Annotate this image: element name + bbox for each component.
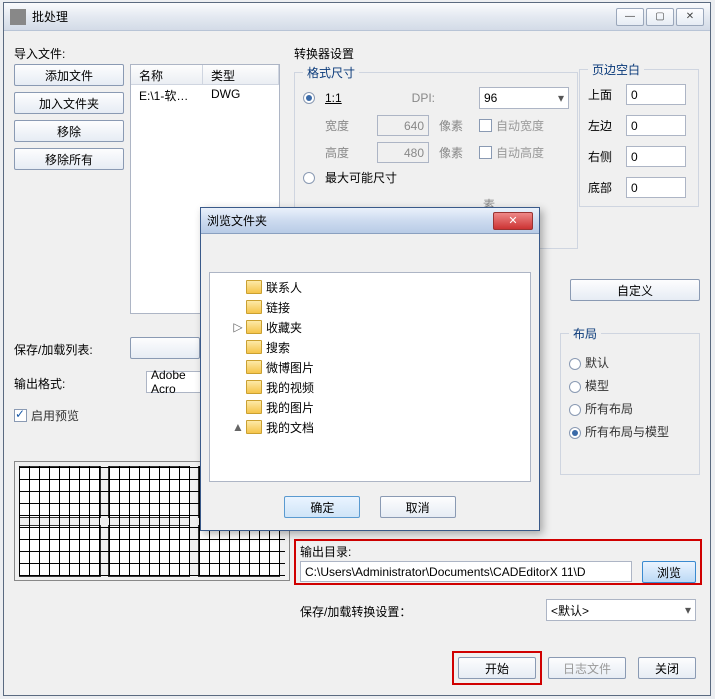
enable-preview-checkbox[interactable]: 启用预览 (14, 407, 79, 424)
col-name[interactable]: 名称 (131, 65, 203, 84)
margin-right-input[interactable]: 0 (626, 146, 686, 167)
output-dir-label: 输出目录: (300, 545, 351, 559)
saveload-label: 保存/加载列表: (14, 343, 93, 357)
ratio-11-radio[interactable] (303, 92, 315, 104)
window-title: 批处理 (32, 8, 616, 25)
dialog-titlebar: 浏览文件夹 ✕ (201, 208, 539, 234)
output-dir-input[interactable]: C:\Users\Administrator\Documents\CADEdit… (300, 561, 632, 582)
folder-icon (246, 320, 262, 334)
folder-icon (246, 420, 262, 434)
tree-item[interactable]: 微博图片 (212, 357, 528, 377)
close-main-button[interactable]: 关闭 (638, 657, 696, 679)
tree-item[interactable]: 链接 (212, 297, 528, 317)
auto-width-checkbox[interactable]: 自动宽度 (479, 117, 569, 134)
margin-group: 页边空白 上面0 左边0 右侧0 底部0 (579, 61, 699, 207)
layout-all-radio[interactable]: 所有布局 (569, 400, 691, 417)
folder-icon (246, 300, 262, 314)
layout-default-radio[interactable]: 默认 (569, 354, 691, 371)
save-conv-dropdown[interactable]: <默认> (546, 599, 696, 621)
start-button[interactable]: 开始 (458, 657, 536, 679)
margin-bottom-input[interactable]: 0 (626, 177, 686, 198)
close-button[interactable]: ✕ (676, 8, 704, 26)
log-button[interactable]: 日志文件 (548, 657, 626, 679)
checkbox-icon (14, 409, 27, 422)
saveload-button[interactable] (130, 337, 200, 359)
maximize-button[interactable]: ▢ (646, 8, 674, 26)
add-file-button[interactable]: 添加文件 (14, 64, 124, 86)
tree-item[interactable]: ▷收藏夹 (212, 317, 528, 337)
folder-icon (246, 380, 262, 394)
minimize-button[interactable]: — (616, 8, 644, 26)
titlebar: 批处理 — ▢ ✕ (4, 3, 710, 31)
col-type[interactable]: 类型 (203, 65, 279, 84)
folder-icon (246, 340, 262, 354)
tree-item[interactable]: 我的视频 (212, 377, 528, 397)
dialog-title: 浏览文件夹 (207, 212, 493, 229)
table-row[interactable]: E:\1-软文... DWG (131, 85, 279, 105)
remove-all-button[interactable]: 移除所有 (14, 148, 124, 170)
max-size-radio[interactable] (303, 172, 315, 184)
height-input[interactable]: 480 (377, 142, 429, 163)
dpi-dropdown[interactable]: 96 (479, 87, 569, 109)
folder-icon (246, 400, 262, 414)
dialog-cancel-button[interactable]: 取消 (380, 496, 456, 518)
import-label: 导入文件: (14, 45, 280, 62)
folder-icon (246, 360, 262, 374)
layout-group: 布局 默认 模型 所有布局 所有布局与模型 (560, 325, 700, 475)
customize-button[interactable]: 自定义 (570, 279, 700, 301)
folder-icon (246, 280, 262, 294)
dialog-close-button[interactable]: ✕ (493, 212, 533, 230)
preview-thumb[interactable] (198, 525, 280, 577)
margin-top-input[interactable]: 0 (626, 84, 686, 105)
add-folder-button[interactable]: 加入文件夹 (14, 92, 124, 114)
tree-item[interactable]: 我的图片 (212, 397, 528, 417)
tree-item[interactable]: ▲我的文档 (212, 417, 528, 437)
layout-model-radio[interactable]: 模型 (569, 377, 691, 394)
tree-item[interactable]: 联系人 (212, 277, 528, 297)
margin-left-input[interactable]: 0 (626, 115, 686, 136)
tree-item[interactable]: 搜索 (212, 337, 528, 357)
browse-folder-dialog: 浏览文件夹 ✕ 联系人 链接 ▷收藏夹 搜索 微博图片 我的视频 我的图片 ▲我… (200, 207, 540, 531)
save-conv-label: 保存/加载转换设置： (300, 605, 411, 619)
browse-button[interactable]: 浏览 (642, 561, 696, 583)
folder-tree[interactable]: 联系人 链接 ▷收藏夹 搜索 微博图片 我的视频 我的图片 ▲我的文档 (209, 272, 531, 482)
converter-settings-label: 转换器设置 (294, 45, 569, 62)
layout-allmodel-radio[interactable]: 所有布局与模型 (569, 423, 691, 440)
width-input[interactable]: 640 (377, 115, 429, 136)
dialog-ok-button[interactable]: 确定 (284, 496, 360, 518)
output-format-label: 输出格式: (14, 377, 65, 391)
remove-button[interactable]: 移除 (14, 120, 124, 142)
app-icon (10, 9, 26, 25)
auto-height-checkbox[interactable]: 自动高度 (479, 144, 569, 161)
